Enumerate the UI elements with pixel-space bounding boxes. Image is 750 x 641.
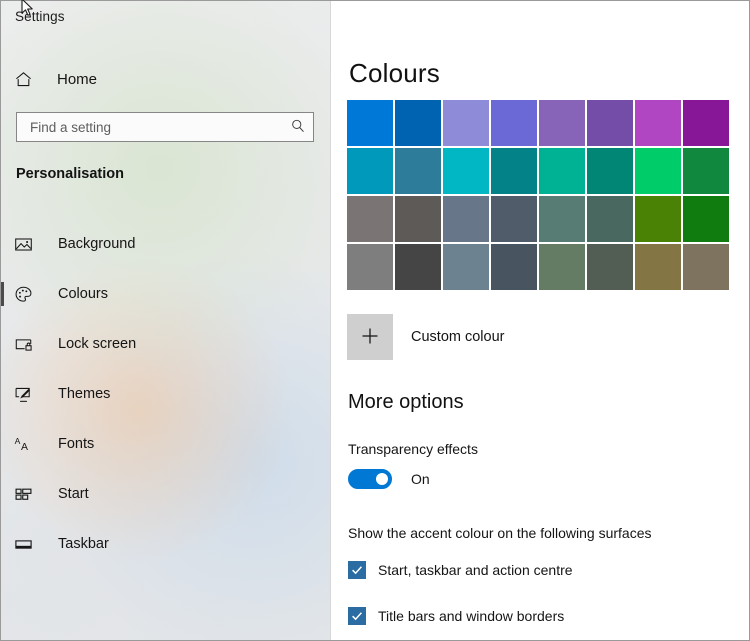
search-box[interactable] [16,112,314,142]
lock-screen-icon [14,335,44,354]
more-options-title: More options [348,391,464,413]
colour-swatch-orchid[interactable] [539,100,585,146]
svg-text:A: A [15,436,21,446]
settings-window: Settings Home Find a setting Personalisa… [0,0,750,641]
checkbox-row-start-taskbar[interactable]: Start, taskbar and action centre [348,561,573,579]
colour-swatch-teal-blue[interactable] [347,148,393,194]
colour-swatch-dark-teal[interactable] [491,148,537,194]
colour-swatch-dark-warm-grey[interactable] [395,196,441,242]
sidebar-item-label: Themes [58,386,111,402]
checkbox-label: Start, taskbar and action centre [378,562,573,578]
colour-swatch-dark-sage[interactable] [587,196,633,242]
checkbox-start-taskbar[interactable] [348,561,366,579]
colour-swatch-dark-moss[interactable] [587,244,633,290]
colour-swatch-dark-magenta[interactable] [683,100,729,146]
colour-swatch-magenta[interactable] [635,100,681,146]
colour-swatch-purple[interactable] [587,100,633,146]
plus-icon [359,325,381,350]
colour-swatch-green-teal[interactable] [539,148,585,194]
transparency-effects-toggle[interactable] [348,469,392,489]
colour-swatch-moss-green[interactable] [539,244,585,290]
sidebar-item-colours[interactable]: Colours [1,269,330,319]
colour-swatch-forest-green[interactable] [683,196,729,242]
colour-swatch-blue-grey[interactable] [443,196,489,242]
checkbox-title-bars[interactable] [348,607,366,625]
font-icon: A A [14,435,44,454]
toggle-knob [376,473,388,485]
colour-swatch-cool-grey[interactable] [347,244,393,290]
home-icon [14,70,46,89]
colour-swatch-light-purple[interactable] [443,100,489,146]
colour-swatch-grid [347,100,729,290]
colour-swatch-warm-grey[interactable] [347,196,393,242]
taskbar-icon [14,535,44,554]
colour-swatch-indigo[interactable] [491,100,537,146]
sidebar: Settings Home Find a setting Personalisa… [1,1,331,640]
transparency-effects-label: Transparency effects [348,441,478,457]
colour-swatch-charcoal[interactable] [395,244,441,290]
sidebar-item-fonts[interactable]: A A Fonts [1,419,330,469]
sidebar-nav: Background Colours Lock screen Themes A … [1,219,330,569]
search-button[interactable] [283,113,313,141]
app-title: Settings [15,9,65,24]
colour-swatch-green[interactable] [683,148,729,194]
colour-swatch-cyan[interactable] [443,148,489,194]
checkbox-label: Title bars and window borders [378,608,565,624]
colour-swatch-dark-gold[interactable] [635,244,681,290]
colour-swatch-navy-blue[interactable] [395,100,441,146]
sidebar-item-label: Taskbar [58,536,109,552]
sidebar-item-lock-screen[interactable]: Lock screen [1,319,330,369]
sidebar-item-label: Start [58,486,89,502]
custom-colour-label: Custom colour [411,329,505,345]
svg-text:A: A [21,441,28,452]
colour-swatch-deep-teal[interactable] [587,148,633,194]
transparency-toggle-row: On [348,469,430,489]
sidebar-item-background[interactable]: Background [1,219,330,269]
sidebar-home-label: Home [57,70,98,88]
image-icon [14,235,44,254]
colour-swatch-blue-slate[interactable] [443,244,489,290]
search-icon [290,118,306,137]
colour-swatch-olive-green[interactable] [635,196,681,242]
colour-swatch-taupe[interactable] [683,244,729,290]
sidebar-item-label: Colours [58,286,108,302]
colour-swatch-blue[interactable] [347,100,393,146]
check-icon [352,566,362,575]
sidebar-item-themes[interactable]: Themes [1,369,330,419]
colour-swatch-slate-blue-grey[interactable] [491,196,537,242]
search-input[interactable] [17,113,283,141]
brush-icon [14,385,44,404]
accent-surfaces-label: Show the accent colour on the following … [348,525,652,541]
checkbox-row-title-bars[interactable]: Title bars and window borders [348,607,564,625]
transparency-toggle-state: On [411,471,430,487]
start-tiles-icon [14,485,44,504]
content-pane: Colours Custom colour More options Trans… [331,1,749,640]
custom-colour-row: Custom colour [347,314,504,360]
check-icon [352,612,362,621]
colour-swatch-bright-green[interactable] [635,148,681,194]
sidebar-section-heading: Personalisation [16,166,124,182]
page-title: Colours [349,58,440,88]
custom-colour-button[interactable] [347,314,393,360]
sidebar-item-label: Lock screen [58,336,137,352]
sidebar-item-start[interactable]: Start [1,469,330,519]
colour-swatch-steel-teal[interactable] [395,148,441,194]
sidebar-item-home[interactable]: Home [1,63,330,95]
sidebar-item-label: Background [58,236,136,252]
colour-swatch-dark-slate[interactable] [491,244,537,290]
colour-swatch-sage-green[interactable] [539,196,585,242]
palette-icon [14,285,44,304]
sidebar-item-taskbar[interactable]: Taskbar [1,519,330,569]
sidebar-item-label: Fonts [58,436,95,452]
